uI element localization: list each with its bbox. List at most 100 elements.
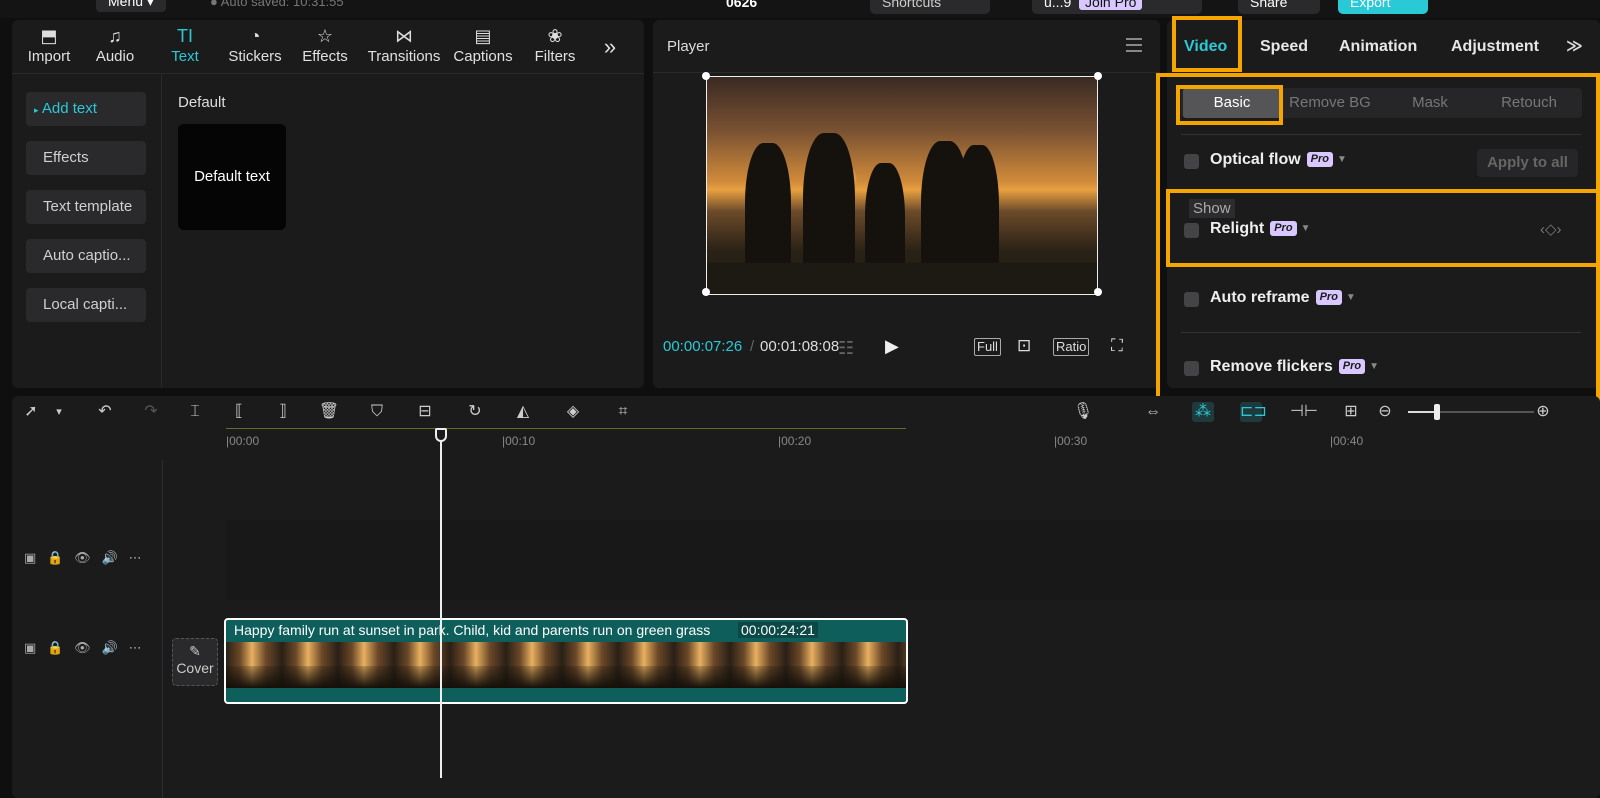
lock-icon[interactable]: 🔒 bbox=[47, 550, 63, 565]
keyframe-icon[interactable]: ‹◇› bbox=[1540, 220, 1562, 238]
tab-import[interactable]: ⬒ Import bbox=[12, 24, 86, 72]
zoom-in-icon[interactable]: ⊕ bbox=[1532, 402, 1554, 422]
playhead[interactable] bbox=[440, 438, 442, 778]
player-menu-icon[interactable] bbox=[1126, 38, 1142, 52]
resize-handle[interactable] bbox=[702, 288, 710, 296]
apply-to-all-button[interactable]: Apply to all bbox=[1477, 149, 1578, 177]
rotate-icon[interactable]: ◈ bbox=[562, 402, 584, 422]
speaker-icon[interactable]: 🔊 bbox=[102, 550, 118, 565]
account-button[interactable]: u...9 Join Pro bbox=[1032, 0, 1202, 14]
transitions-icon: ⋈ bbox=[395, 26, 413, 46]
subtab-retouch[interactable]: Retouch bbox=[1480, 88, 1578, 118]
side-item-local-captions[interactable]: Local capti... bbox=[26, 288, 146, 322]
ruler-tick: |00:20 bbox=[778, 434, 812, 448]
undo-icon[interactable]: ↶ bbox=[94, 402, 116, 422]
tab-effects[interactable]: ☆ Effects bbox=[288, 24, 362, 72]
export-button[interactable]: Export bbox=[1338, 0, 1428, 14]
share-button[interactable]: Share bbox=[1238, 0, 1320, 14]
tab-filters[interactable]: ❀ Filters bbox=[518, 24, 592, 72]
join-pro-badge[interactable]: Join Pro bbox=[1079, 0, 1143, 10]
fullscreen-icon[interactable]: ⛶ bbox=[1111, 336, 1123, 356]
link-icon[interactable]: ⇔ bbox=[1142, 402, 1164, 422]
chevron-down-icon[interactable]: ▼ bbox=[1337, 154, 1347, 165]
tab-stickers[interactable]: ◔ Stickers bbox=[218, 24, 292, 72]
ruler-tick: |00:10 bbox=[502, 434, 536, 448]
ruler-tick: |00:40 bbox=[1330, 434, 1364, 448]
mirror-icon[interactable]: ◭ bbox=[512, 402, 534, 422]
chevron-down-icon[interactable]: ▼ bbox=[1346, 292, 1356, 303]
edit-icon: ✎ bbox=[189, 643, 201, 659]
eye-icon[interactable]: 👁 bbox=[74, 550, 91, 565]
side-item-effects[interactable]: Effects bbox=[26, 141, 146, 175]
resize-handle[interactable] bbox=[702, 72, 710, 80]
side-item-text-template[interactable]: Text template bbox=[26, 190, 146, 224]
speaker-icon[interactable]: 🔊 bbox=[102, 640, 118, 655]
tab-adjustment[interactable]: Adjustment bbox=[1451, 38, 1539, 56]
delete-icon[interactable]: 🗑 bbox=[318, 402, 340, 422]
track-controls: ▣ 🔒 👁 🔊 ⋯ bbox=[24, 640, 142, 656]
tab-captions[interactable]: ▤ Captions bbox=[446, 24, 520, 72]
freeze-icon[interactable]: ⊟ bbox=[414, 402, 436, 422]
subtab-remove-bg[interactable]: Remove BG bbox=[1281, 88, 1379, 118]
resize-handle[interactable] bbox=[1094, 72, 1102, 80]
microphone-icon[interactable]: 🎙 bbox=[1072, 402, 1094, 422]
side-item-add-text[interactable]: ▸ Add text bbox=[26, 92, 146, 126]
tab-audio[interactable]: ♫ Audio bbox=[78, 24, 152, 72]
full-button[interactable]: Full bbox=[974, 338, 1001, 356]
split-screen-icon[interactable]: ⊣⊢ bbox=[1290, 402, 1318, 422]
relight-label: Relight Pro ▼ bbox=[1210, 220, 1311, 237]
crop-icon[interactable]: ⌗ bbox=[612, 402, 634, 422]
zoom-out-icon[interactable]: ⊖ bbox=[1374, 402, 1396, 422]
more-icon[interactable]: ⋯ bbox=[129, 640, 142, 655]
side-item-auto-captions[interactable]: Auto captio... bbox=[26, 239, 146, 273]
track-type-icon: ▣ bbox=[24, 640, 37, 655]
shortcuts-button[interactable]: Shortcuts bbox=[870, 0, 990, 14]
zoom-fit-icon[interactable]: ⊡ bbox=[1017, 336, 1031, 356]
split-right-icon[interactable]: ⟧ bbox=[272, 402, 294, 422]
reverse-icon[interactable]: ↻ bbox=[464, 402, 486, 422]
track-controls: ▣ 🔒 👁 🔊 ⋯ bbox=[24, 550, 142, 566]
lock-icon[interactable]: 🔒 bbox=[47, 640, 63, 655]
marker-icon[interactable]: ⛉ bbox=[366, 402, 388, 422]
select-tool-icon[interactable]: ➚ bbox=[20, 402, 42, 422]
tab-text[interactable]: TI Text bbox=[148, 24, 222, 72]
relight-checkbox[interactable] bbox=[1184, 223, 1199, 238]
resize-handle[interactable] bbox=[1094, 288, 1102, 296]
time-ruler[interactable]: |00:00 |00:10 |00:20 |00:30 |00:40 bbox=[12, 428, 1600, 448]
magnet-icon[interactable]: ⁂ bbox=[1192, 402, 1214, 422]
remove-flickers-checkbox[interactable] bbox=[1184, 361, 1199, 376]
top-bar: Menu ▾ ● Auto saved: 10:31:55 0626 Short… bbox=[0, 0, 1600, 18]
more-tabs-icon[interactable]: » bbox=[590, 34, 630, 82]
chevron-down-icon[interactable]: ▼ bbox=[1301, 223, 1311, 234]
auto-reframe-checkbox[interactable] bbox=[1184, 292, 1199, 307]
redo-icon[interactable]: ↷ bbox=[140, 402, 162, 422]
tab-animation[interactable]: Animation bbox=[1339, 38, 1417, 56]
playhead-handle[interactable] bbox=[435, 428, 447, 442]
tab-speed[interactable]: Speed bbox=[1260, 38, 1308, 56]
split-icon[interactable]: ⌶ bbox=[184, 402, 206, 422]
chevron-down-icon[interactable]: ▼ bbox=[1369, 361, 1379, 372]
default-text-card[interactable]: Default text bbox=[178, 124, 286, 230]
video-clip[interactable]: Happy family run at sunset in park. Chil… bbox=[224, 618, 908, 704]
more-tabs-icon[interactable]: ≫ bbox=[1566, 36, 1583, 56]
ratio-button[interactable]: Ratio bbox=[1053, 338, 1090, 356]
play-icon[interactable]: ▶ bbox=[885, 336, 899, 357]
project-name[interactable]: 0626 bbox=[726, 0, 757, 10]
menu-button[interactable]: Menu ▾ bbox=[96, 0, 166, 12]
eye-icon[interactable]: 👁 bbox=[74, 640, 91, 655]
tab-transitions[interactable]: ⋈ Transitions bbox=[360, 24, 448, 72]
import-icon: ⬒ bbox=[40, 26, 58, 46]
cover-button[interactable]: ✎ Cover bbox=[172, 638, 218, 686]
split-left-icon[interactable]: ⟦ bbox=[228, 402, 250, 422]
preview-axis-icon[interactable]: ⊞ bbox=[1340, 402, 1362, 422]
snap-icon[interactable]: ⊏⊐ bbox=[1240, 402, 1267, 422]
optical-flow-checkbox[interactable] bbox=[1184, 154, 1199, 169]
zoom-slider-handle[interactable] bbox=[1434, 404, 1440, 420]
pro-badge: Pro bbox=[1306, 152, 1334, 167]
video-preview[interactable] bbox=[706, 76, 1098, 295]
grid-icon[interactable]: ☷ bbox=[838, 338, 854, 359]
chevron-down-icon[interactable]: ▾ bbox=[48, 402, 70, 422]
subtab-mask[interactable]: Mask bbox=[1381, 88, 1479, 118]
more-icon[interactable]: ⋯ bbox=[129, 550, 142, 565]
empty-track[interactable] bbox=[226, 520, 1600, 600]
